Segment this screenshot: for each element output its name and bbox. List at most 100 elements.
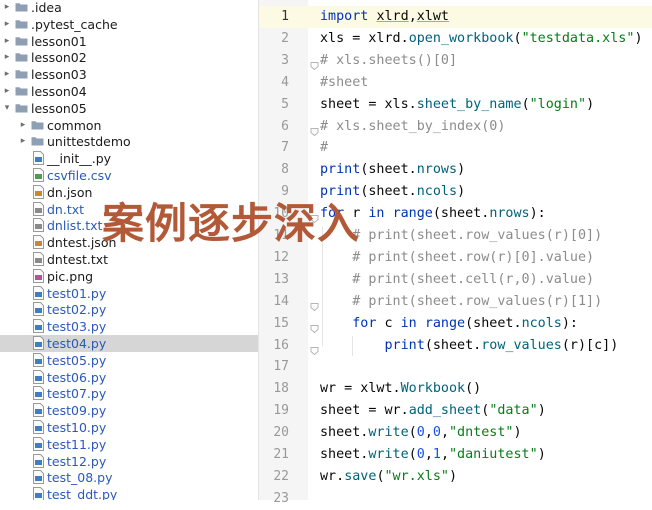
code-token: xlwt (416, 9, 449, 24)
fold-marker-icon[interactable] (310, 342, 319, 355)
code-line[interactable]: # xls.sheets()[0] (320, 50, 457, 72)
tree-file-item[interactable]: dntest.txt (0, 251, 258, 268)
chevron-right-icon[interactable]: ▸ (2, 0, 12, 16)
tree-item-label: common (47, 117, 102, 133)
tree-file-item[interactable]: test04.py (0, 335, 258, 352)
tree-file-item[interactable]: csvfile.csv (0, 167, 258, 184)
tree-folder-item[interactable]: ▸ lesson01 (0, 33, 258, 50)
code-line[interactable]: import xlrd,xlwt (320, 6, 449, 28)
folder-icon (31, 136, 44, 146)
code-line[interactable]: print(sheet.row_values(r)[c]) (320, 335, 619, 357)
code-token: 0 (416, 447, 425, 462)
tree-file-item[interactable]: test02.py (0, 301, 258, 318)
code-line[interactable]: wr = xlwt.Workbook() (320, 378, 481, 400)
tree-file-item[interactable]: test01.py (0, 285, 258, 302)
code-token: ) (634, 30, 643, 46)
code-line[interactable]: #sheet (320, 72, 368, 94)
code-line[interactable]: sheet = wr.add_sheet("data") (320, 400, 546, 422)
tree-file-item[interactable]: __init__.py (0, 150, 258, 167)
code-token: ) (457, 162, 466, 178)
tree-file-item[interactable]: test09.py (0, 402, 258, 419)
chevron-right-icon[interactable]: ▸ (2, 49, 12, 66)
chevron-right-icon[interactable]: ▸ (18, 133, 28, 150)
line-number: 19 (273, 403, 289, 419)
tree-file-item[interactable]: test12.py (0, 453, 258, 470)
fold-marker-icon[interactable] (310, 57, 319, 70)
chevron-right-icon[interactable]: ▸ (2, 33, 12, 50)
tree-file-item[interactable]: pic.png (0, 268, 258, 285)
code-token: ) (586, 96, 595, 112)
tree-folder-item[interactable]: ▸ lesson04 (0, 83, 258, 100)
tree-item-label: pic.png (47, 268, 94, 284)
folder-icon (15, 52, 28, 62)
code-token: "testdata.xls" (521, 30, 635, 46)
tree-item-label: __init__.py (47, 151, 112, 167)
tree-file-item[interactable]: test_ddt.py (0, 486, 258, 500)
line-number: 17 (273, 359, 289, 375)
tree-folder-item[interactable]: ▸ lesson03 (0, 66, 258, 83)
code-token: import (320, 9, 377, 24)
tree-folder-item[interactable]: ▸ .idea (0, 0, 258, 16)
tree-item-label: test03.py (47, 319, 107, 335)
code-token: print (384, 337, 425, 353)
code-token: in (400, 315, 425, 331)
code-line[interactable]: # print(sheet.row_values(r)[0]) (320, 225, 602, 247)
code-line[interactable]: # print(sheet.cell(r,0).value) (320, 269, 594, 291)
py-file-icon (33, 453, 44, 468)
code-line[interactable]: print(sheet.nrows) (320, 159, 465, 181)
line-number: 4 (281, 74, 289, 90)
fold-marker-icon[interactable] (310, 123, 319, 136)
chevron-right-icon[interactable]: ▸ (18, 117, 28, 134)
code-token: ): (561, 315, 578, 331)
tree-item-label: test_ddt.py (47, 487, 118, 500)
fold-marker-icon[interactable] (310, 298, 319, 311)
code-line[interactable]: # (320, 137, 328, 159)
tree-item-label: csvfile.csv (47, 168, 112, 183)
code-token: row_values (481, 337, 562, 353)
code-token: , (440, 425, 449, 441)
chevron-right-icon[interactable]: ▸ (2, 83, 12, 100)
code-token: #sheet (320, 74, 369, 90)
code-line[interactable]: # print(sheet.row(r)[0].value) (320, 247, 594, 269)
code-line[interactable]: # xls.sheet_by_index(0) (320, 116, 505, 138)
tree-file-item[interactable]: test11.py (0, 436, 258, 453)
code-token: , (424, 425, 433, 441)
code-line[interactable]: wr.save("wr.xls") (320, 466, 457, 488)
tree-folder-item[interactable]: ▸ common (0, 117, 258, 134)
fold-marker-icon[interactable] (310, 320, 319, 333)
chevron-right-icon[interactable]: ▸ (2, 66, 12, 83)
code-line[interactable]: sheet.write(0,1,"daniutest") (320, 444, 546, 466)
tree-folder-item[interactable]: ▸ unittestdemo (0, 133, 258, 150)
tree-file-item[interactable]: test06.py (0, 369, 258, 386)
line-number: 16 (273, 337, 289, 353)
folder-icon (15, 69, 28, 79)
code-token: # print(sheet.row_values(r)[1]) (320, 293, 603, 309)
tree-file-item[interactable]: test05.py (0, 352, 258, 369)
code-token: 0 (432, 425, 441, 441)
tree-folder-item[interactable]: ▸ lesson02 (0, 49, 258, 66)
code-token: 0 (416, 425, 425, 441)
code-line[interactable]: sheet.write(0,0,"dntest") (320, 422, 522, 444)
tree-item-label: test01.py (47, 285, 107, 301)
watermark-text: 案例逐步深入 (102, 199, 361, 248)
code-line[interactable]: sheet = xls.sheet_by_name("login") (320, 94, 594, 116)
tree-folder-item[interactable]: ▸ .pytest_cache (0, 16, 258, 33)
code-line[interactable]: xls = xlrd.open_workbook("testdata.xls") (320, 28, 643, 50)
code-token: range (392, 206, 433, 222)
py-file-icon (33, 352, 44, 367)
tree-file-item[interactable]: test03.py (0, 318, 258, 335)
tree-file-item[interactable]: test07.py (0, 385, 258, 402)
code-token: wr = xlwt. (320, 381, 401, 397)
code-line[interactable]: for c in range(sheet.ncols): (320, 313, 578, 335)
tree-file-item[interactable]: test_08.py (0, 469, 258, 486)
line-number: 2 (281, 30, 289, 46)
tree-folder-item[interactable]: ▾ lesson05 (0, 100, 258, 117)
code-line[interactable]: # print(sheet.row_values(r)[1]) (320, 291, 602, 313)
tree-item-label: test07.py (47, 386, 107, 402)
chevron-down-icon[interactable]: ▾ (2, 100, 12, 117)
tree-file-item[interactable]: test10.py (0, 419, 258, 436)
code-token: ( (513, 30, 522, 46)
code-token: # xls.sheets()[0] (320, 52, 458, 68)
chevron-right-icon[interactable]: ▸ (2, 16, 12, 33)
py-file-icon (33, 420, 44, 434)
